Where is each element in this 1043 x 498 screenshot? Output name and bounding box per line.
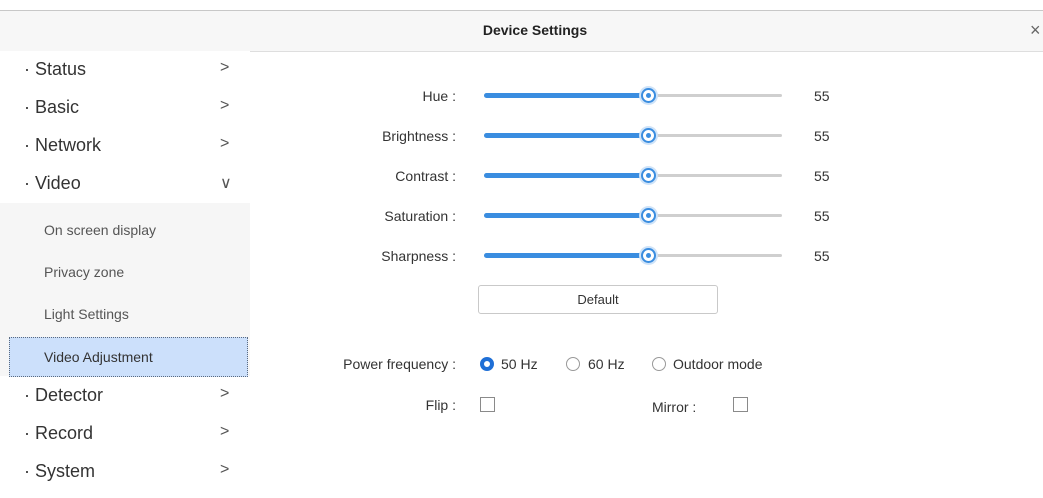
slider-fill	[484, 173, 648, 178]
submenu-label: Video Adjustment	[44, 349, 153, 365]
title-bar: Device Settings ×	[0, 11, 1043, 52]
flip-label: Flip :	[425, 397, 456, 413]
hue-label: Hue :	[422, 88, 456, 104]
slider-thumb[interactable]	[640, 208, 656, 223]
chevron-right-icon: >	[220, 423, 230, 440]
submenu-label: Privacy zone	[44, 264, 125, 280]
chevron-down-icon: ∨	[220, 175, 232, 192]
chevron-right-icon: >	[220, 97, 230, 114]
sidebar-item-video[interactable]: · Video ∨	[0, 165, 250, 203]
contrast-label: Contrast :	[395, 168, 456, 184]
submenu-label: On screen display	[44, 222, 157, 238]
mirror-checkbox[interactable]	[733, 397, 748, 412]
slider-thumb[interactable]	[640, 88, 656, 103]
slider-fill	[484, 253, 648, 258]
sidebar-item-label: · Detector	[24, 385, 104, 405]
slider-thumb[interactable]	[640, 248, 656, 263]
contrast-slider[interactable]	[484, 168, 782, 183]
radio-60hz-label: 60 Hz	[588, 356, 625, 372]
sidebar: · Status > · Basic > · Network > · Video…	[0, 51, 250, 498]
contrast-value: 55	[814, 168, 830, 184]
submenu-light-settings[interactable]: Light Settings	[0, 293, 250, 336]
sidebar-item-status[interactable]: · Status >	[0, 51, 250, 89]
slider-fill	[484, 93, 648, 98]
saturation-value: 55	[814, 208, 830, 224]
radio-60hz[interactable]	[566, 357, 580, 371]
chevron-right-icon: >	[220, 135, 230, 152]
sidebar-item-detector[interactable]: · Detector >	[0, 377, 250, 415]
sharpness-label: Sharpness :	[381, 248, 456, 264]
sharpness-slider[interactable]	[484, 248, 782, 263]
sidebar-item-label: · Network	[24, 135, 102, 155]
submenu-label: Light Settings	[44, 306, 129, 322]
mirror-label: Mirror :	[652, 399, 697, 415]
brightness-value: 55	[814, 128, 830, 144]
slider-thumb[interactable]	[640, 128, 656, 143]
sidebar-item-label: · Record	[24, 423, 94, 443]
slider-fill	[484, 133, 648, 138]
sidebar-item-label: · Basic	[24, 97, 80, 117]
sidebar-item-record[interactable]: · Record >	[0, 415, 250, 453]
default-button[interactable]: Default	[478, 285, 718, 314]
chevron-right-icon: >	[220, 385, 230, 402]
sidebar-item-label: · Status	[24, 59, 87, 79]
submenu-privacy-zone[interactable]: Privacy zone	[0, 251, 250, 294]
flip-checkbox[interactable]	[480, 397, 495, 412]
radio-50hz-label: 50 Hz	[501, 356, 538, 372]
sidebar-item-network[interactable]: · Network >	[0, 127, 250, 165]
radio-outdoor-mode-label: Outdoor mode	[673, 356, 763, 372]
sidebar-item-label: · System	[24, 461, 96, 481]
sidebar-item-label: · Video	[24, 173, 81, 193]
brightness-slider[interactable]	[484, 128, 782, 143]
chevron-right-icon: >	[220, 461, 230, 478]
slider-fill	[484, 213, 648, 218]
radio-50hz[interactable]	[480, 357, 494, 371]
sidebar-item-basic[interactable]: · Basic >	[0, 89, 250, 127]
close-icon[interactable]: ×	[1030, 21, 1041, 39]
submenu-video-adjustment[interactable]: Video Adjustment	[9, 337, 248, 377]
sharpness-value: 55	[814, 248, 830, 264]
slider-thumb[interactable]	[640, 168, 656, 183]
saturation-slider[interactable]	[484, 208, 782, 223]
saturation-label: Saturation :	[384, 208, 456, 224]
chevron-right-icon: >	[220, 59, 230, 76]
hue-value: 55	[814, 88, 830, 104]
window-title: Device Settings	[482, 22, 588, 38]
radio-outdoor-mode[interactable]	[652, 357, 666, 371]
submenu-on-screen-display[interactable]: On screen display	[0, 209, 250, 252]
brightness-label: Brightness :	[382, 128, 456, 144]
power-frequency-label: Power frequency :	[343, 356, 456, 372]
sidebar-item-system[interactable]: · System >	[0, 453, 250, 491]
hue-slider[interactable]	[484, 88, 782, 103]
